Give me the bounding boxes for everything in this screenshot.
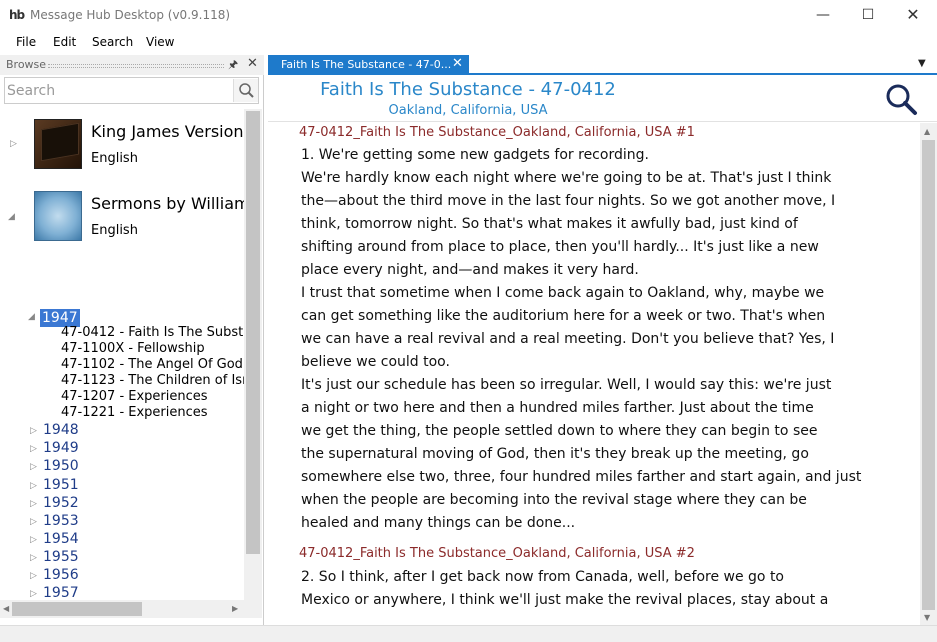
tree-year[interactable]: 1957 [43,585,79,600]
minimize-button[interactable]: — [800,0,846,31]
document-tab-bar: Faith Is The Substance - 47-0... ✕ ▼ [268,55,937,75]
paragraph-header[interactable]: 47-0412_Faith Is The Substance_Oakland, … [299,546,695,561]
sermons-thumbnail [34,191,82,241]
browse-pane-title: Browse [6,58,47,71]
text-line: 1. We're getting some new gadgets for re… [301,147,649,163]
pane-close-icon[interactable]: ✕ [247,56,258,71]
tab-close-icon[interactable]: ✕ [452,56,463,71]
expand-arrow-icon[interactable]: ▷ [30,517,37,527]
menu-edit[interactable]: Edit [53,35,76,49]
scrollbar-thumb[interactable] [12,602,142,616]
text-line: when the people are becoming into the re… [301,492,807,508]
sermon-item[interactable]: 47-1100X - Fellowship [61,341,205,356]
menu-view[interactable]: View [146,35,174,49]
maximize-button[interactable]: ☐ [845,0,891,31]
close-window-button[interactable]: ✕ [890,0,936,31]
document-content: 47-0412_Faith Is The Substance_Oakland, … [268,123,920,625]
text-line: we can have a real revival and a real me… [301,331,835,347]
document-header: Faith Is The Substance - 47-0412 Oakland… [268,77,937,122]
text-line: place every night, and—and makes it very… [301,262,639,278]
document-vertical-scrollbar[interactable]: ▲ ▼ [920,123,937,625]
collapse-arrow-icon[interactable]: ◢ [28,312,35,322]
document-title: Faith Is The Substance - 47-0412 [320,79,616,100]
tab-label: Faith Is The Substance - 47-0... [281,58,452,71]
paragraph-header[interactable]: 47-0412_Faith Is The Substance_Oakland, … [299,125,695,140]
text-line: We're hardly know each night where we're… [301,170,832,186]
pin-icon[interactable]: 🖈 [228,56,238,75]
scroll-up-icon[interactable]: ▲ [924,127,930,136]
expand-arrow-icon[interactable]: ▷ [30,535,37,545]
pane-grip [48,64,224,68]
text-line: a night or two here and then a hundred m… [301,400,814,416]
scrollbar-thumb[interactable] [922,140,935,610]
expand-arrow-icon[interactable]: ▷ [30,589,37,599]
tab-document[interactable]: Faith Is The Substance - 47-0... ✕ [268,55,469,74]
expand-arrow-icon[interactable]: ▷ [30,426,37,436]
text-line: the supernatural moving of God, then it'… [301,446,809,462]
tree-vertical-scrollbar[interactable] [244,109,262,600]
expand-arrow-icon[interactable]: ▷ [30,553,37,563]
library-language: English [91,223,138,238]
library-language: English [91,151,138,166]
text-line: It's just our schedule has been so irreg… [301,377,832,393]
scroll-right-icon[interactable]: ▶ [232,604,238,613]
menu-file[interactable]: File [16,35,36,49]
text-line: believe we could too. [301,354,450,370]
text-line: healed and many things can be done... [301,515,576,531]
expand-arrow-icon[interactable]: ▷ [30,462,37,472]
tree-year[interactable]: 1948 [43,422,79,438]
sermon-item[interactable]: 47-1102 - The Angel Of God [61,357,243,372]
menu-search[interactable]: Search [92,35,133,49]
tree-year[interactable]: 1952 [43,495,79,511]
tree-year[interactable]: 1950 [43,458,79,474]
expand-arrow-icon[interactable]: ▷ [30,571,37,581]
text-line: think, tomorrow night. So that's what ma… [301,216,798,232]
magnifier-icon[interactable] [883,82,919,118]
expand-arrow-icon[interactable]: ▷ [10,139,17,149]
library-title-sermons[interactable]: Sermons by William [91,194,244,213]
tree-year[interactable]: 1953 [43,513,79,529]
bible-thumbnail [34,119,82,169]
tree-year[interactable]: 1949 [43,440,79,456]
tree-year[interactable]: 1956 [43,567,79,583]
scroll-left-icon[interactable]: ◀ [3,604,9,613]
tree-year[interactable]: 1955 [43,549,79,565]
app-logo-icon: hb [9,8,25,22]
window-title: Message Hub Desktop (v0.9.118) [30,8,231,22]
tree-year[interactable]: 1951 [43,477,79,493]
expand-arrow-icon[interactable]: ▷ [30,481,37,491]
document-location: Oakland, California, USA [388,103,548,118]
sermon-item[interactable]: 47-1207 - Experiences [61,389,208,404]
status-bar [0,625,937,642]
tree-horizontal-scrollbar[interactable]: ◀ ▶ [0,600,262,618]
text-line: shifting around from place to place, the… [301,239,819,255]
title-bar: hb Message Hub Desktop (v0.9.118) — ☐ ✕ [0,0,937,31]
tab-dropdown-icon[interactable]: ▼ [918,58,926,69]
expand-arrow-icon[interactable]: ▷ [30,444,37,454]
library-title-kjv[interactable]: King James Version [91,122,244,141]
text-line: the—about the third move in the last fou… [301,193,836,209]
browse-pane-header: Browse 🖈 ✕ [0,55,264,75]
scroll-down-icon[interactable]: ▼ [924,613,930,622]
text-line: Mexico or anywhere, I think we'll just m… [301,592,829,608]
text-line: somewhere else two, three, four hundred … [301,469,862,485]
collapse-arrow-icon[interactable]: ◢ [8,212,15,222]
tree-year[interactable]: 1954 [43,531,79,547]
library-tree: ▷ King James Version English ◢ Sermons b… [0,109,244,600]
text-line: 2. So I think, after I get back now from… [301,569,784,585]
sermon-item[interactable]: 47-0412 - Faith Is The Substa [61,325,244,340]
sermon-item[interactable]: 47-1221 - Experiences [61,405,208,420]
text-line: we get the thing, the people settled dow… [301,423,818,439]
menu-bar: File Edit Search View [0,31,937,55]
text-line: I trust that sometime when I come back a… [301,285,825,301]
text-line: can get something like the auditorium he… [301,308,826,324]
browse-pane: Browse 🖈 ✕ ▷ King James Version English … [0,55,264,625]
sermon-item[interactable]: 47-1123 - The Children of Isra [61,373,244,388]
scrollbar-thumb[interactable] [246,111,260,554]
expand-arrow-icon[interactable]: ▷ [30,499,37,509]
